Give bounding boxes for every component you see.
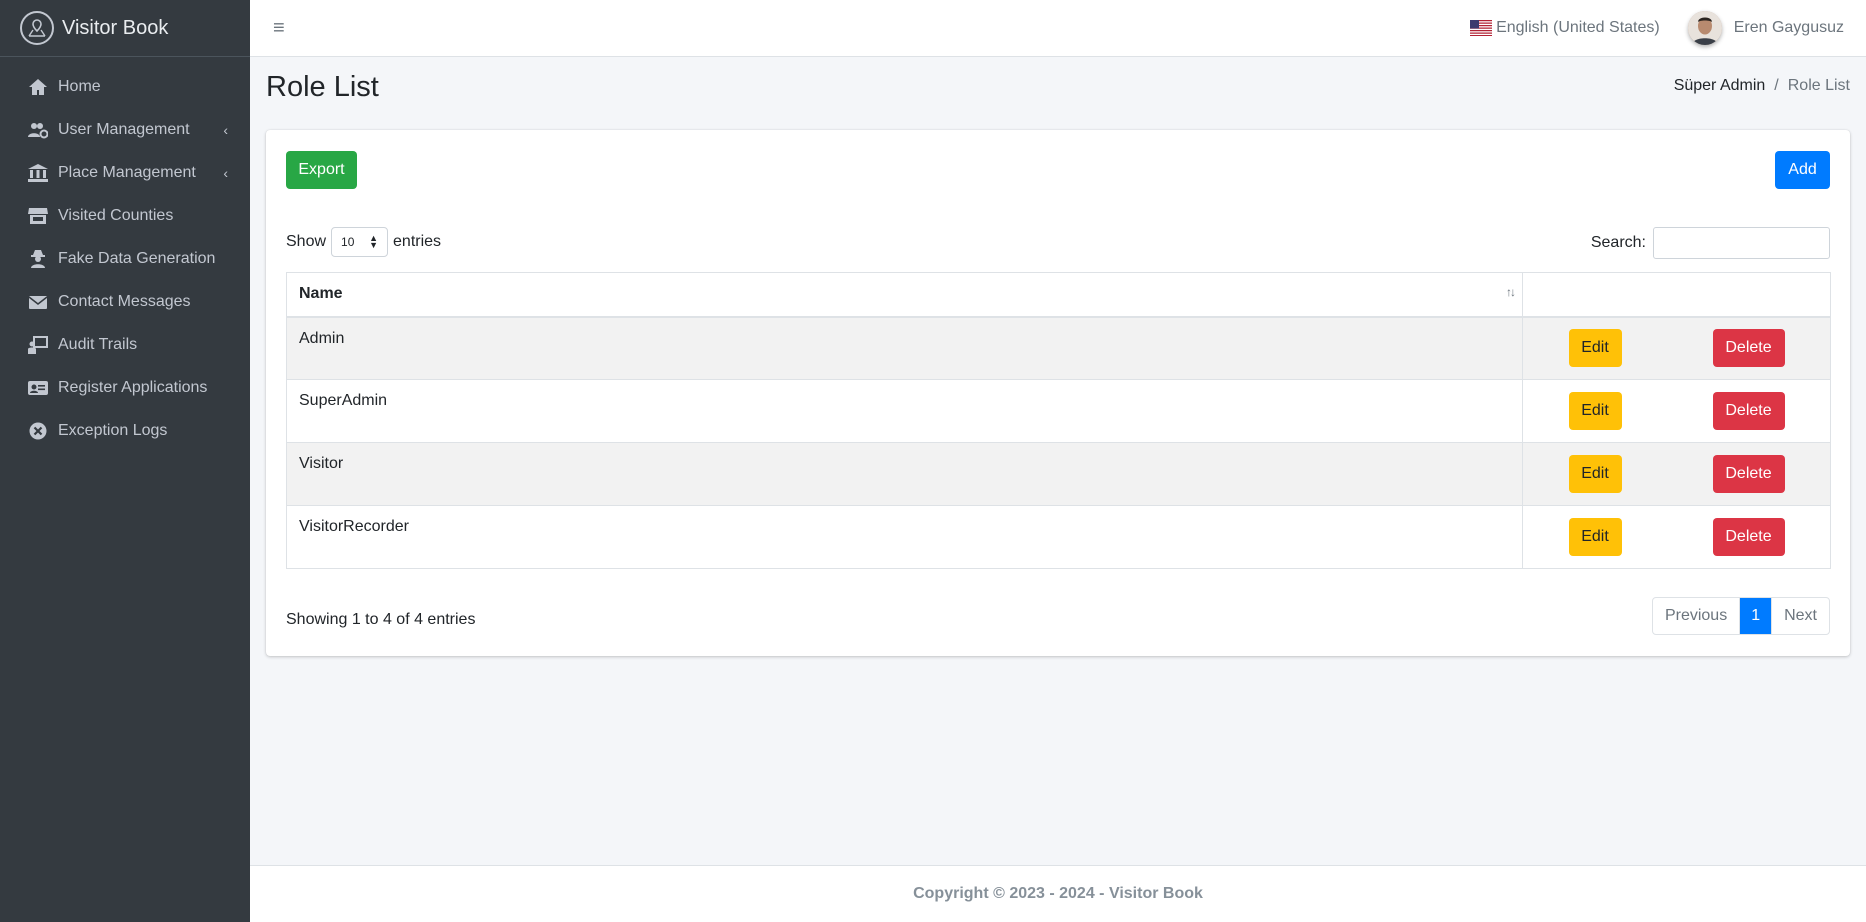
content-wrapper: Role List Süper Admin / Role List Export… — [250, 57, 1866, 865]
footer-copyright: Copyright © 2023 - 2024 - Visitor Book — [913, 885, 1203, 902]
table-row: Visitor Edit Delete — [286, 442, 1831, 506]
actions-cell: Edit Delete — [1522, 505, 1831, 569]
chalkboard-teacher-icon — [26, 335, 50, 355]
role-name-cell: Visitor — [286, 442, 1523, 506]
search-control: Search: — [1591, 227, 1830, 259]
store-icon — [26, 206, 50, 226]
breadcrumb-separator: / — [1774, 77, 1779, 94]
chevron-left-icon: ‹ — [223, 121, 228, 138]
edit-button[interactable]: Edit — [1568, 518, 1622, 556]
edit-button[interactable]: Edit — [1568, 392, 1622, 430]
next-page-button[interactable]: Next — [1771, 598, 1829, 634]
envelope-icon — [26, 292, 50, 312]
role-name-cell: VisitorRecorder — [286, 505, 1523, 569]
edit-button[interactable]: Edit — [1568, 455, 1622, 493]
brand-link[interactable]: Visitor Book — [0, 0, 250, 57]
breadcrumb-parent[interactable]: Süper Admin — [1674, 77, 1766, 95]
entries-select-value: 10 — [341, 235, 355, 249]
top-navbar: ≡ English (United States) Eren Gaygusuz — [250, 0, 1866, 57]
page-1-button[interactable]: 1 — [1739, 598, 1772, 634]
brand-name: Visitor Book — [62, 16, 169, 39]
sidebar-item-label: Fake Data Generation — [58, 249, 216, 267]
sidebar-item-label: Place Management — [58, 163, 196, 181]
us-flag-icon — [1470, 20, 1493, 36]
search-input[interactable] — [1653, 227, 1830, 259]
edit-button[interactable]: Edit — [1568, 329, 1622, 368]
table-row: Admin Edit Delete — [286, 316, 1831, 380]
topbar-right: English (United States) Eren Gaygusuz — [1470, 11, 1866, 45]
sidebar-item-home[interactable]: Home — [0, 65, 250, 108]
footer: Copyright © 2023 - 2024 - Visitor Book — [250, 865, 1866, 922]
id-card-icon — [26, 378, 50, 398]
sidebar-item-fake-data-generation[interactable]: Fake Data Generation — [0, 237, 250, 280]
times-circle-icon — [26, 421, 50, 441]
sidebar-item-label: Visited Counties — [58, 206, 174, 224]
sidebar-item-contact-messages[interactable]: Contact Messages — [0, 280, 250, 323]
sidebar-item-audit-trails[interactable]: Audit Trails — [0, 323, 250, 366]
roles-card: Export Add Show 10 ▲ ▼ entries Search: Na… — [266, 130, 1850, 656]
table-row: SuperAdmin Edit Delete — [286, 379, 1831, 443]
sidebar-item-label: Home — [58, 77, 101, 95]
delete-button[interactable]: Delete — [1712, 455, 1785, 493]
chevron-left-icon: ‹ — [223, 164, 228, 181]
actions-cell: Edit Delete — [1522, 442, 1831, 506]
sidebar-item-visited-counties[interactable]: Visited Counties — [0, 194, 250, 237]
users-cog-icon — [26, 120, 50, 140]
show-label: Show — [286, 233, 327, 250]
sidebar-item-register-applications[interactable]: Register Applications — [0, 366, 250, 409]
table-row: VisitorRecorder Edit Delete — [286, 505, 1831, 569]
page-title: Role List — [266, 71, 379, 103]
search-label: Search: — [1590, 234, 1646, 251]
sort-icon: ↑↓ — [1506, 285, 1516, 299]
column-header-actions — [1522, 272, 1831, 318]
entries-select[interactable]: 10 ▲ ▼ — [331, 227, 389, 257]
sidebar-item-label: Contact Messages — [58, 292, 191, 310]
entries-length-control: Show 10 ▲ ▼ entries — [286, 227, 441, 257]
actions-cell: Edit Delete — [1522, 379, 1831, 443]
export-button[interactable]: Export — [286, 151, 357, 189]
pagination: Previous 1 Next — [1651, 597, 1830, 635]
sidebar-item-label: User Management — [58, 120, 190, 138]
avatar — [1687, 11, 1722, 45]
delete-button[interactable]: Delete — [1712, 518, 1785, 556]
sidebar-item-label: Audit Trails — [58, 335, 138, 353]
user-secret-icon — [26, 249, 50, 269]
delete-button[interactable]: Delete — [1712, 329, 1785, 368]
sidebar: Visitor Book Home User Management ‹ Plac… — [0, 0, 250, 922]
delete-button[interactable]: Delete — [1712, 392, 1785, 430]
landmark-icon — [26, 163, 50, 183]
sidebar-item-label: Register Applications — [58, 378, 208, 396]
language-label: English (United States) — [1496, 19, 1660, 36]
user-menu[interactable]: Eren Gaygusuz — [1687, 11, 1844, 45]
entries-label: entries — [393, 233, 442, 250]
select-arrows-icon: ▲ ▼ — [369, 233, 379, 250]
table-info: Showing 1 to 4 of 4 entries — [286, 611, 476, 628]
role-name-cell: Admin — [286, 316, 1523, 380]
sidebar-item-user-management[interactable]: User Management ‹ — [0, 108, 250, 151]
menu-toggle-icon[interactable]: ≡ — [273, 17, 285, 40]
sidebar-nav: Home User Management ‹ Place Management … — [0, 57, 250, 452]
breadcrumb: Süper Admin / Role List — [1674, 77, 1850, 95]
sidebar-item-place-management[interactable]: Place Management ‹ — [0, 151, 250, 194]
home-icon — [26, 77, 50, 97]
column-header-label: Name — [299, 285, 343, 303]
column-header-name[interactable]: Name ↑↓ — [286, 272, 1523, 318]
roles-table: Name ↑↓ Admin Edit Delete SuperAdmin Edi… — [286, 272, 1831, 569]
breadcrumb-current: Role List — [1787, 77, 1850, 94]
sidebar-item-exception-logs[interactable]: Exception Logs — [0, 409, 250, 452]
add-button[interactable]: Add — [1775, 151, 1830, 189]
role-name-cell: SuperAdmin — [286, 379, 1523, 443]
brand-logo-icon — [20, 11, 54, 45]
actions-cell: Edit Delete — [1522, 316, 1831, 380]
language-selector[interactable]: English (United States) — [1470, 19, 1660, 37]
previous-page-button[interactable]: Previous — [1653, 598, 1739, 634]
table-header-row: Name ↑↓ — [286, 272, 1831, 318]
user-name: Eren Gaygusuz — [1733, 19, 1844, 36]
sidebar-item-label: Exception Logs — [58, 421, 168, 439]
